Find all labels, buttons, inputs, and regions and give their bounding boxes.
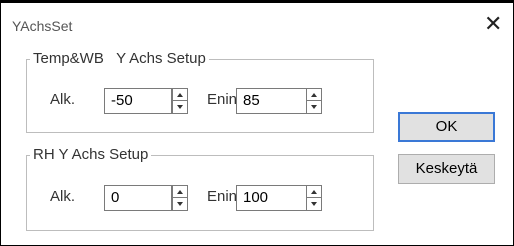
chevron-up-icon	[177, 190, 183, 194]
rh-min-input[interactable]: 0	[104, 185, 172, 211]
spin-down-button[interactable]	[173, 198, 187, 210]
spin-down-button[interactable]	[173, 101, 187, 113]
chevron-down-icon	[177, 202, 183, 206]
window-title: YAchsSet	[12, 18, 73, 34]
temp-max-spinner[interactable]	[306, 88, 322, 114]
chevron-down-icon	[177, 105, 183, 109]
temp-min-label: Alk.	[50, 91, 76, 108]
rh-min-label: Alk.	[50, 188, 76, 205]
rh-max-spinner[interactable]	[306, 185, 322, 211]
chevron-up-icon	[311, 190, 317, 194]
ok-button[interactable]: OK	[398, 112, 495, 142]
temp-max-input[interactable]: 85	[236, 88, 307, 114]
temp-min-input[interactable]: -50	[104, 88, 172, 114]
spin-down-button[interactable]	[307, 198, 321, 210]
spin-up-button[interactable]	[307, 186, 321, 198]
temp-min-spinner[interactable]	[172, 88, 188, 114]
window-top-border	[0, 0, 514, 3]
cancel-button[interactable]: Keskeytä	[398, 154, 495, 184]
rh-min-spinner[interactable]	[172, 185, 188, 211]
spin-up-button[interactable]	[307, 89, 321, 101]
rh-group-label: RH Y Achs Setup	[30, 146, 152, 163]
chevron-up-icon	[177, 93, 183, 97]
close-icon[interactable]: ✕	[484, 13, 502, 35]
spin-up-button[interactable]	[173, 186, 187, 198]
spin-down-button[interactable]	[307, 101, 321, 113]
spin-up-button[interactable]	[173, 89, 187, 101]
chevron-down-icon	[311, 202, 317, 206]
chevron-down-icon	[311, 105, 317, 109]
rh-max-input[interactable]: 100	[236, 185, 307, 211]
temp-wb-group-label: Temp&WB Y Achs Setup	[30, 50, 209, 67]
chevron-up-icon	[311, 93, 317, 97]
